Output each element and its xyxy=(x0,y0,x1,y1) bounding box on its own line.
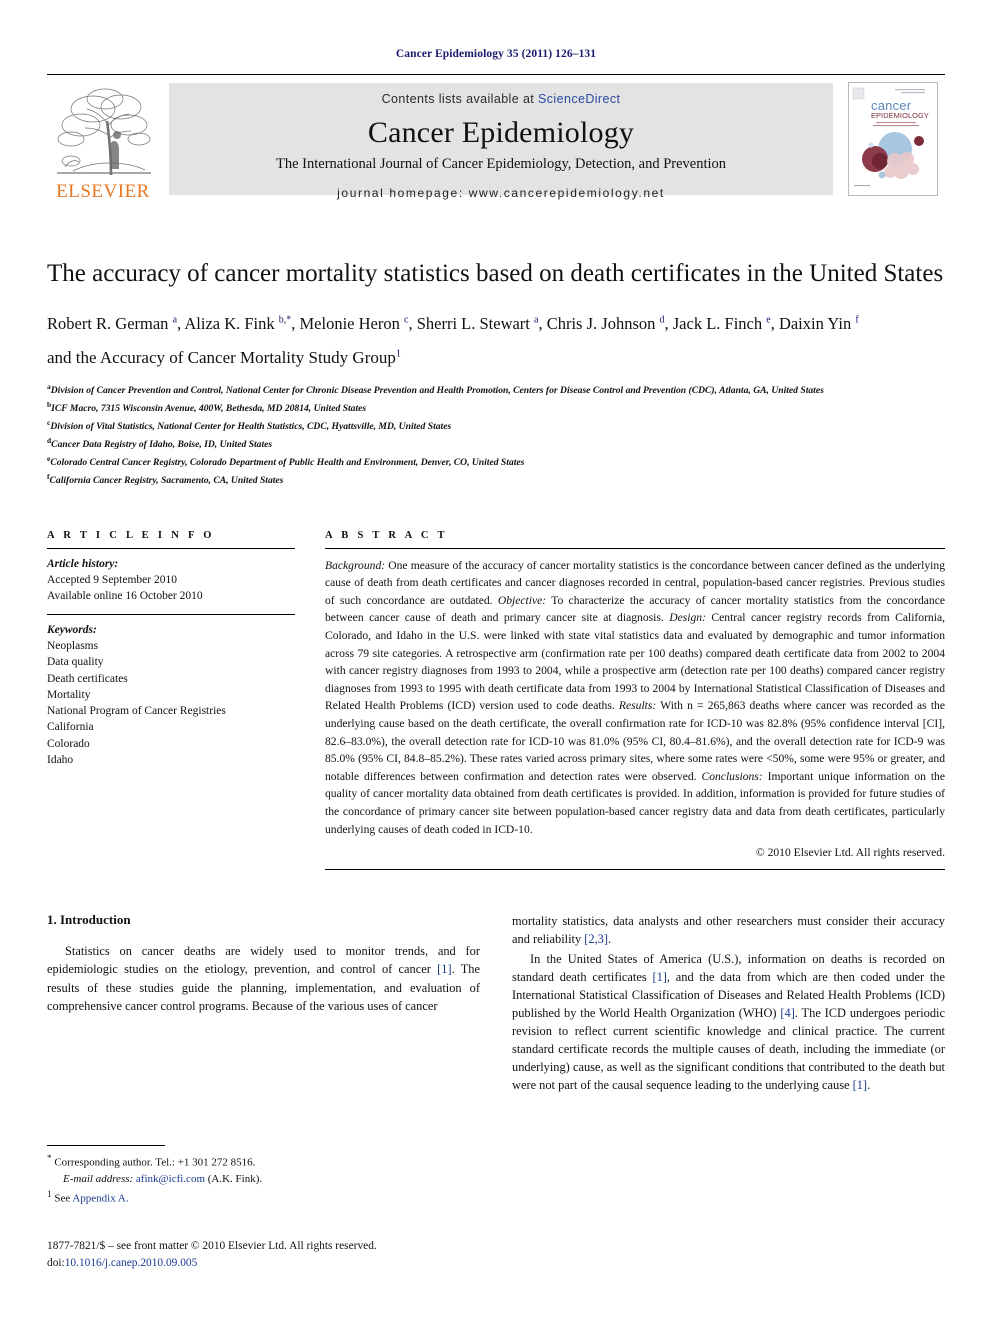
journal-masthead: ELSEVIER Contents lists available at Sci… xyxy=(47,74,945,203)
affiliation-item: eColorado Central Cancer Registry, Color… xyxy=(47,454,525,469)
body-columns: 1. Introduction Statistics on cancer dea… xyxy=(47,912,945,1095)
contents-line: Contents lists available at ScienceDirec… xyxy=(382,92,621,106)
journal-title: Cancer Epidemiology xyxy=(367,116,635,149)
affiliation-marker: c xyxy=(47,418,51,428)
right-paragraphs: mortality statistics, data analysts and … xyxy=(512,912,945,1094)
affiliation-list: aDivision of Cancer Prevention and Contr… xyxy=(47,381,945,489)
affiliation-item: aDivision of Cancer Prevention and Contr… xyxy=(47,382,824,397)
keyword-item: Data quality xyxy=(47,656,104,669)
info-rule-top xyxy=(47,547,295,549)
svg-text:EPIDEMIOLOGY: EPIDEMIOLOGY xyxy=(871,111,929,120)
journal-homepage[interactable]: journal homepage: www.cancerepidemiology… xyxy=(337,186,665,200)
footnote-corresponding: * Corresponding author. Tel.: +1 301 272… xyxy=(47,1152,467,1172)
study-group-line: and the Accuracy of Cancer Mortality Stu… xyxy=(47,348,401,368)
journal-subtitle: The International Journal of Cancer Epid… xyxy=(275,156,727,172)
body-paragraph: In the United States of America (U.S.), … xyxy=(512,951,945,1093)
keyword-item: National Program of Cancer Registries xyxy=(47,705,226,718)
doi-link[interactable]: 10.1016/j.canep.2010.09.005 xyxy=(65,1257,198,1269)
article-history-label: Article history: xyxy=(47,557,119,570)
affiliation-marker: d xyxy=(47,436,52,446)
footnote-rule xyxy=(47,1145,165,1146)
elsevier-wordmark: ELSEVIER xyxy=(56,181,150,202)
footnote-email: E-mail address: afink@icfi.com (A.K. Fin… xyxy=(47,1172,467,1188)
article-page: Cancer Epidemiology 35 (2011) 126–131 EL… xyxy=(0,0,992,1323)
keywords-block: Keywords: Neoplasms Data quality Death c… xyxy=(47,622,295,769)
affiliation-item: fCalifornia Cancer Registry, Sacramento,… xyxy=(47,472,284,487)
article-history: Article history: Accepted 9 September 20… xyxy=(47,556,295,605)
article-title: The accuracy of cancer mortality statist… xyxy=(47,260,944,287)
history-online: Available online 16 October 2010 xyxy=(47,590,203,603)
email-link[interactable]: afink@icfi.com xyxy=(136,1173,205,1185)
citation-reference[interactable]: [1] xyxy=(652,970,666,984)
footnote-appendix: 1 See Appendix A. xyxy=(47,1188,467,1208)
abstract-column: A B S T R A C T Background: One measure … xyxy=(325,530,945,871)
journal-banner: Contents lists available at ScienceDirec… xyxy=(169,83,833,200)
footnote-block: * Corresponding author. Tel.: +1 301 272… xyxy=(47,1145,467,1207)
abstract-section-label: Objective: xyxy=(497,593,547,607)
affiliation-marker: e xyxy=(47,454,51,464)
footnote-marker-one: 1 xyxy=(47,1188,52,1199)
keyword-item: Neoplasms xyxy=(47,639,99,652)
doi-prefix: doi: xyxy=(47,1256,65,1269)
keyword-item: Mortality xyxy=(47,688,91,701)
abstract-section-label: Background: xyxy=(325,558,386,572)
keyword-item: Colorado xyxy=(47,737,90,750)
citation-reference[interactable]: [4] xyxy=(780,1006,794,1020)
issn-line: 1877-7821/$ – see front matter © 2010 El… xyxy=(47,1240,377,1252)
affiliation-marker: b xyxy=(47,400,52,410)
elsevier-tree-icon xyxy=(51,83,155,181)
abstract-heading: A B S T R A C T xyxy=(325,529,448,541)
appendix-link[interactable]: Appendix A. xyxy=(72,1192,128,1204)
keyword-item: California xyxy=(47,721,94,734)
affiliation-marker: a xyxy=(47,382,51,392)
affiliation-item: dCancer Data Registry of Idaho, Boise, I… xyxy=(47,436,273,451)
elsevier-logo: ELSEVIER xyxy=(47,75,159,203)
abstract-copyright: © 2010 Elsevier Ltd. All rights reserved… xyxy=(755,846,945,860)
abstract-rule-top xyxy=(325,547,945,549)
info-rule-mid xyxy=(47,613,295,615)
affiliation-item: cDivision of Vital Statistics, National … xyxy=(47,418,452,433)
body-column-left: 1. Introduction Statistics on cancer dea… xyxy=(47,912,480,1095)
citation-reference[interactable]: [1] xyxy=(437,962,451,976)
citation-reference[interactable]: [2,3] xyxy=(584,932,608,946)
abstract-section-label: Design: xyxy=(669,611,706,625)
footnote-marker-asterisk: * xyxy=(47,1153,52,1163)
affiliation-marker: f xyxy=(47,472,50,482)
issn-doi-block: 1877-7821/$ – see front matter © 2010 El… xyxy=(47,1238,377,1271)
journal-cover-thumbnail: cancer EPIDEMIOLOGY xyxy=(841,75,945,203)
author-list: Robert R. German a, Aliza K. Fink b,*, M… xyxy=(47,313,859,333)
affiliation-item: bICF Macro, 7315 Wisconsin Avenue, 400W,… xyxy=(47,400,367,415)
article-info-heading: A R T I C L E I N F O xyxy=(47,529,215,541)
running-head: Cancer Epidemiology 35 (2011) 126–131 xyxy=(395,48,597,60)
info-abstract-row: A R T I C L E I N F O Article history: A… xyxy=(47,530,945,871)
cover-image: cancer EPIDEMIOLOGY xyxy=(848,82,938,196)
section-heading-introduction: 1. Introduction xyxy=(47,912,131,928)
abstract-section-label: Conclusions: xyxy=(701,769,763,783)
email-suffix: (A.K. Fink). xyxy=(207,1172,263,1185)
keyword-item: Idaho xyxy=(47,754,74,767)
citation-reference[interactable]: [1] xyxy=(853,1078,867,1092)
left-paragraphs: Statistics on cancer deaths are widely u… xyxy=(47,942,480,1014)
sciencedirect-link[interactable]: ScienceDirect xyxy=(538,92,620,106)
keyword-item: Death certificates xyxy=(47,672,128,685)
email-label: E-mail address: xyxy=(63,1172,134,1185)
body-paragraph: mortality statistics, data analysts and … xyxy=(512,914,945,947)
article-info-column: A R T I C L E I N F O Article history: A… xyxy=(47,530,295,871)
history-accepted: Accepted 9 September 2010 xyxy=(47,573,177,586)
corresponding-author-text: Corresponding author. Tel.: +1 301 272 8… xyxy=(54,1156,256,1169)
contents-prefix: Contents lists available at xyxy=(381,92,539,106)
abstract-text: Background: One measure of the accuracy … xyxy=(325,558,946,836)
keywords-label: Keywords: xyxy=(47,623,97,636)
doi-line: doi:10.1016/j.canep.2010.09.005 xyxy=(47,1255,377,1272)
body-column-right: mortality statistics, data analysts and … xyxy=(512,912,945,1095)
appendix-prefix: See xyxy=(54,1192,73,1205)
abstract-section-label: Results: xyxy=(618,699,657,713)
abstract-rule-bottom xyxy=(325,869,945,871)
body-paragraph: Statistics on cancer deaths are widely u… xyxy=(47,944,480,1013)
